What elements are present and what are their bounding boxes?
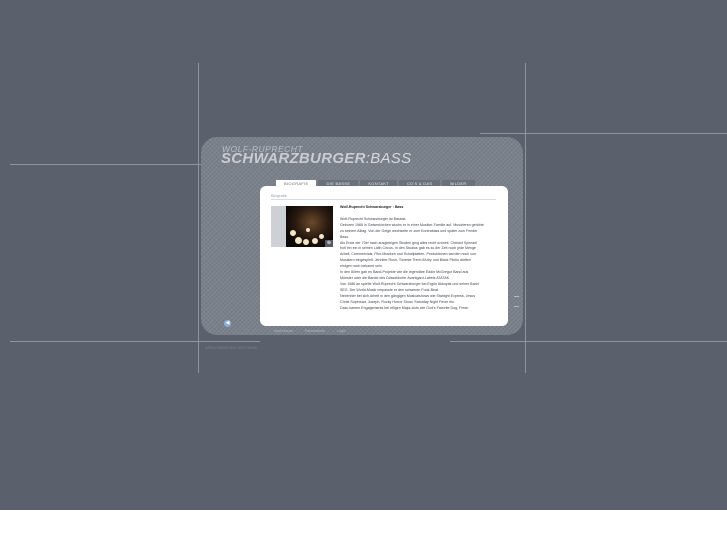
decor-line (10, 341, 260, 342)
stage-light (312, 238, 318, 244)
breadcrumb: Biografie (271, 193, 287, 198)
stage-light (295, 237, 302, 244)
breadcrumb-divider (271, 199, 496, 200)
bio-line: Dazu kamen Engagements bei etligen Major… (340, 305, 469, 310)
site-logo[interactable]: SCHWARZBURGER:BASS (221, 150, 411, 167)
bio-line: zu seinem Alltag. Von der Geige wechselt… (340, 228, 478, 233)
decor-line (450, 341, 727, 342)
scroll-down-icon[interactable] (514, 306, 519, 307)
decor-line (525, 63, 526, 373)
footer-nav: Impressum Partnerlinks Login (274, 329, 346, 333)
bio-line: Geboren 1966 in Gelsenkirchen wuchs er i… (340, 222, 484, 227)
scroll-up-icon[interactable] (514, 296, 519, 297)
decor-line (198, 63, 199, 373)
credit-text: ASFAU BERATUNG SOFTWARE (205, 346, 258, 350)
zoom-icon[interactable]: ⊕ (325, 240, 333, 247)
logo-suffix: :BASS (365, 150, 412, 167)
sound-toggle-icon[interactable]: ◀ (224, 320, 231, 327)
stage-light (290, 230, 296, 236)
stage-light (303, 239, 309, 245)
stage-light (306, 228, 310, 232)
footer-link-login[interactable]: Login (337, 329, 346, 333)
biography-text: Wolf-Ruprecht Schwarzburger : Bass Wolf-… (340, 205, 500, 311)
stage-light (319, 234, 324, 239)
logo-lastname: SCHWARZBURGER (221, 150, 366, 167)
footer-link-impressum[interactable]: Impressum (274, 329, 293, 333)
page-background: WOLF-RUPRECHT SCHWARZBURGER:BASS BIOGRAF… (0, 0, 727, 510)
decor-line (480, 133, 727, 134)
bio-heading: Wolf-Ruprecht Schwarzburger : Bass (340, 205, 404, 209)
footer-link-partnerlinks[interactable]: Partnerlinks (305, 329, 325, 333)
bio-line: Von 1986 an spielte Wolf-Ruprecht Schwar… (340, 281, 479, 286)
